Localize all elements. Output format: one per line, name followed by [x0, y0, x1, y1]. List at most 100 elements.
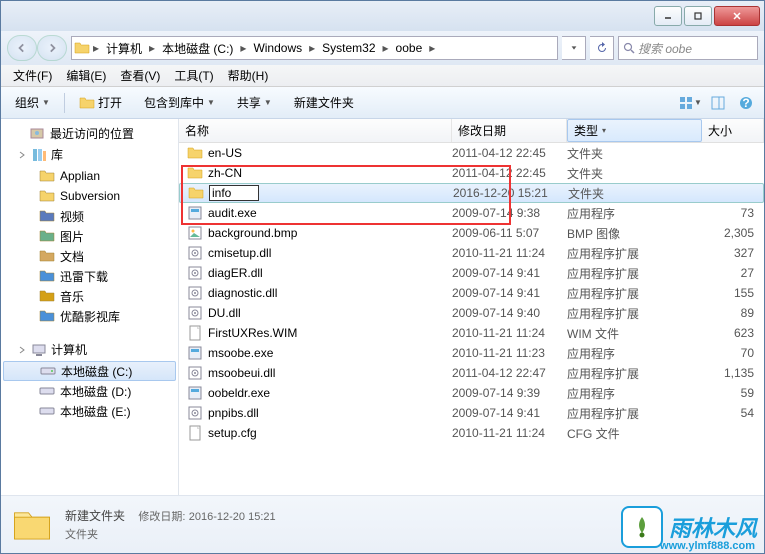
sidebar-drive-e[interactable]: 本地磁盘 (E:): [1, 401, 178, 421]
file-type: 应用程序扩展: [567, 305, 702, 322]
dll-icon: [187, 365, 203, 381]
library-icon: [39, 168, 55, 184]
chevron-right-icon[interactable]: ▸: [380, 41, 392, 55]
sidebar-drive-d[interactable]: 本地磁盘 (D:): [1, 381, 178, 401]
file-icon: [187, 325, 203, 341]
chevron-right-icon[interactable]: ▸: [146, 41, 158, 55]
column-size[interactable]: 大小: [702, 119, 764, 142]
library-icon: [39, 188, 55, 204]
file-row[interactable]: msoobeui.dll 2011-04-12 22:47 应用程序扩展 1,1…: [179, 363, 764, 383]
history-dropdown[interactable]: [562, 36, 586, 60]
minimize-button[interactable]: [654, 6, 682, 26]
rename-input[interactable]: [209, 185, 259, 201]
sidebar-recent-places[interactable]: 最近访问的位置: [1, 123, 178, 143]
file-row[interactable]: cmisetup.dll 2010-11-21 11:24 应用程序扩展 327: [179, 243, 764, 263]
file-name: zh-CN: [208, 166, 242, 180]
file-type: 应用程序扩展: [567, 365, 702, 382]
view-options-button[interactable]: ▼: [678, 91, 702, 115]
crumb-system32[interactable]: System32: [318, 37, 379, 59]
toolbar: 组织 ▼ 打开 包含到库中 ▼ 共享 ▼ 新建文件夹 ▼ ?: [1, 87, 764, 119]
maximize-button[interactable]: [684, 6, 712, 26]
sidebar-library-item[interactable]: 图片: [1, 226, 178, 246]
dll-icon: [187, 245, 203, 261]
chevron-right-icon[interactable]: ▸: [90, 41, 102, 55]
sidebar-item-label: 最近访问的位置: [50, 125, 134, 142]
help-button[interactable]: ?: [734, 91, 758, 115]
sidebar-library-item[interactable]: Applian: [1, 166, 178, 186]
file-row[interactable]: setup.cfg 2010-11-21 11:24 CFG 文件: [179, 423, 764, 443]
forward-button[interactable]: [37, 35, 67, 61]
recent-icon: [29, 125, 45, 141]
file-row[interactable]: audit.exe 2009-07-14 9:38 应用程序 73: [179, 203, 764, 223]
crumb-oobe[interactable]: oobe: [392, 37, 427, 59]
file-type: 文件夹: [567, 165, 702, 182]
sidebar-item-label: 计算机: [51, 341, 87, 358]
file-date: 2009-07-14 9:41: [452, 406, 567, 420]
menu-tools[interactable]: 工具(T): [168, 65, 219, 86]
file-row[interactable]: DU.dll 2009-07-14 9:40 应用程序扩展 89: [179, 303, 764, 323]
organize-button[interactable]: 组织 ▼: [7, 90, 58, 115]
search-input[interactable]: 搜索 oobe: [618, 36, 758, 60]
sidebar-item-label: 文档: [60, 248, 84, 265]
include-library-button[interactable]: 包含到库中 ▼: [136, 90, 223, 115]
chevron-right-icon[interactable]: ▸: [306, 41, 318, 55]
crumb-computer[interactable]: 计算机: [102, 37, 146, 59]
file-size: 27: [702, 266, 762, 280]
back-button[interactable]: [7, 35, 37, 61]
open-button[interactable]: 打开: [71, 90, 130, 115]
share-button[interactable]: 共享 ▼: [229, 90, 280, 115]
file-row[interactable]: pnpibs.dll 2009-07-14 9:41 应用程序扩展 54: [179, 403, 764, 423]
refresh-button[interactable]: [590, 36, 614, 60]
chevron-right-icon[interactable]: ▸: [426, 41, 438, 55]
column-date[interactable]: 修改日期: [452, 119, 567, 142]
menu-edit[interactable]: 编辑(E): [60, 65, 112, 86]
file-row[interactable]: 2016-12-20 15:21 文件夹: [179, 183, 764, 203]
crumb-windows[interactable]: Windows: [249, 37, 306, 59]
close-button[interactable]: [714, 6, 760, 26]
file-date: 2011-04-12 22:45: [452, 166, 567, 180]
sidebar-item-label: 本地磁盘 (D:): [60, 383, 131, 400]
file-size: 70: [702, 346, 762, 360]
file-size: 623: [702, 326, 762, 340]
file-row[interactable]: msoobe.exe 2010-11-21 11:23 应用程序 70: [179, 343, 764, 363]
folder-icon: [187, 145, 203, 161]
file-row[interactable]: background.bmp 2009-06-11 5:07 BMP 图像 2,…: [179, 223, 764, 243]
menu-help[interactable]: 帮助(H): [222, 65, 275, 86]
file-size: 89: [702, 306, 762, 320]
file-row[interactable]: FirstUXRes.WIM 2010-11-21 11:24 WIM 文件 6…: [179, 323, 764, 343]
file-type: 应用程序: [567, 205, 702, 222]
library-icon: [39, 308, 55, 324]
sidebar-drive-c[interactable]: 本地磁盘 (C:): [3, 361, 176, 381]
file-date: 2010-11-21 11:24: [452, 246, 567, 260]
menu-view[interactable]: 查看(V): [114, 65, 166, 86]
preview-pane-button[interactable]: [706, 91, 730, 115]
sidebar-library-item[interactable]: 文档: [1, 246, 178, 266]
folder-icon: [11, 504, 53, 546]
file-row[interactable]: diagnostic.dll 2009-07-14 9:41 应用程序扩展 15…: [179, 283, 764, 303]
details-meta-label: 修改日期:: [138, 511, 185, 523]
column-type[interactable]: 类型 ▾: [567, 119, 702, 142]
file-list[interactable]: en-US 2011-04-12 22:45 文件夹 zh-CN 2011-04…: [179, 143, 764, 495]
new-folder-button[interactable]: 新建文件夹: [286, 90, 362, 115]
column-name[interactable]: 名称: [179, 119, 452, 142]
file-row[interactable]: oobeldr.exe 2009-07-14 9:39 应用程序 59: [179, 383, 764, 403]
menu-file[interactable]: 文件(F): [7, 65, 58, 86]
chevron-right-icon[interactable]: ▸: [237, 41, 249, 55]
sidebar-computer-header[interactable]: 计算机: [1, 338, 178, 361]
breadcrumb[interactable]: ▸ 计算机 ▸ 本地磁盘 (C:) ▸ Windows ▸ System32 ▸…: [71, 36, 558, 60]
file-type: 应用程序扩展: [567, 245, 702, 262]
sidebar-libraries-header[interactable]: 库: [1, 143, 178, 166]
svg-text:?: ?: [742, 96, 749, 110]
sidebar-library-item[interactable]: 视频: [1, 206, 178, 226]
column-headers: 名称 修改日期 类型 ▾ 大小: [179, 119, 764, 143]
file-row[interactable]: zh-CN 2011-04-12 22:45 文件夹: [179, 163, 764, 183]
file-type: 文件夹: [567, 145, 702, 162]
sidebar-library-item[interactable]: 迅雷下载: [1, 266, 178, 286]
file-row[interactable]: en-US 2011-04-12 22:45 文件夹: [179, 143, 764, 163]
crumb-drive-c[interactable]: 本地磁盘 (C:): [158, 37, 237, 59]
file-row[interactable]: diagER.dll 2009-07-14 9:41 应用程序扩展 27: [179, 263, 764, 283]
sidebar-library-item[interactable]: 优酷影视库: [1, 306, 178, 326]
details-meta-value: 2016-12-20 15:21: [189, 511, 276, 523]
sidebar-library-item[interactable]: Subversion: [1, 186, 178, 206]
sidebar-library-item[interactable]: 音乐: [1, 286, 178, 306]
